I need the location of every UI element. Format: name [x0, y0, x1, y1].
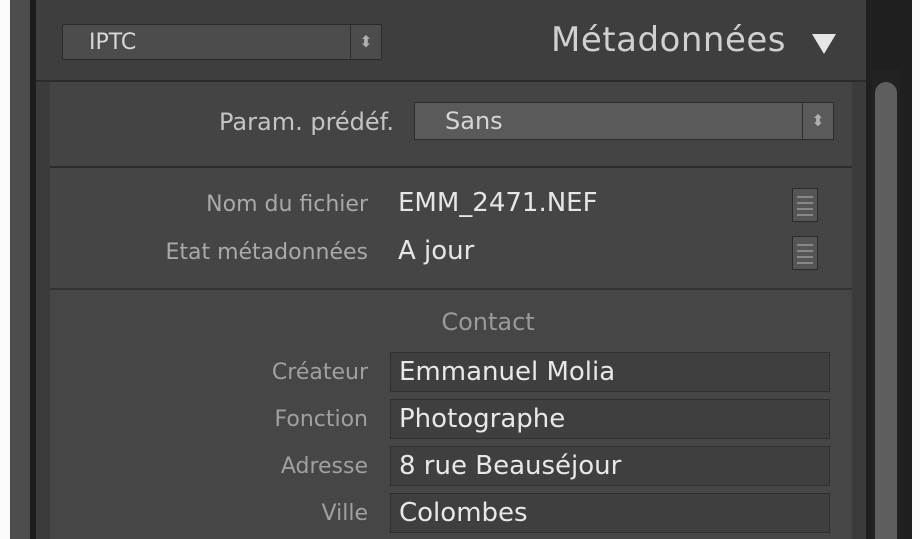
left-panel-edge: [10, 0, 30, 539]
list-icon[interactable]: [792, 188, 818, 222]
creator-field[interactable]: Emmanuel Molia: [390, 352, 830, 392]
job-title-label: Fonction: [274, 407, 368, 432]
preset-dropdown-value: Sans: [445, 107, 503, 135]
metadata-status-value: A jour: [398, 236, 475, 266]
up-down-chevron-icon[interactable]: ⬍: [802, 103, 833, 139]
panel-title[interactable]: Métadonnées: [551, 16, 786, 64]
address-label: Adresse: [280, 454, 368, 479]
metadata-set-value: IPTC: [89, 30, 137, 55]
up-down-chevron-icon[interactable]: ⬍: [350, 25, 381, 59]
preset-label: Param. prédéf.: [219, 108, 394, 136]
metadata-panel: IPTC ⬍ Métadonnées Param. prédéf. Sans ⬍…: [36, 0, 866, 539]
app-frame: IPTC ⬍ Métadonnées Param. prédéf. Sans ⬍…: [0, 0, 920, 539]
metadata-status-label: Etat métadonnées: [165, 240, 368, 265]
file-info-section: Nom du fichier EMM_2471.NEF Etat métadon…: [50, 168, 852, 290]
city-field[interactable]: Colombes: [390, 493, 830, 533]
filename-label: Nom du fichier: [206, 192, 368, 217]
contact-section-title: Contact: [441, 308, 535, 336]
panel-header: IPTC ⬍ Métadonnées: [36, 0, 866, 82]
address-field[interactable]: 8 rue Beauséjour: [390, 446, 830, 486]
triangle-down-icon[interactable]: [812, 34, 836, 54]
filename-value[interactable]: EMM_2471.NEF: [398, 188, 598, 218]
scrollbar-thumb[interactable]: [875, 82, 897, 539]
city-label: Ville: [321, 501, 368, 526]
preset-dropdown[interactable]: Sans ⬍: [414, 102, 834, 140]
contact-section: Contact Créateur Emmanuel Molia Fonction…: [50, 290, 852, 539]
preset-section: Param. prédéf. Sans ⬍: [50, 82, 852, 168]
metadata-set-select[interactable]: IPTC ⬍: [62, 24, 382, 60]
creator-label: Créateur: [271, 360, 368, 385]
job-title-field[interactable]: Photographe: [390, 399, 830, 439]
list-icon[interactable]: [792, 236, 818, 270]
